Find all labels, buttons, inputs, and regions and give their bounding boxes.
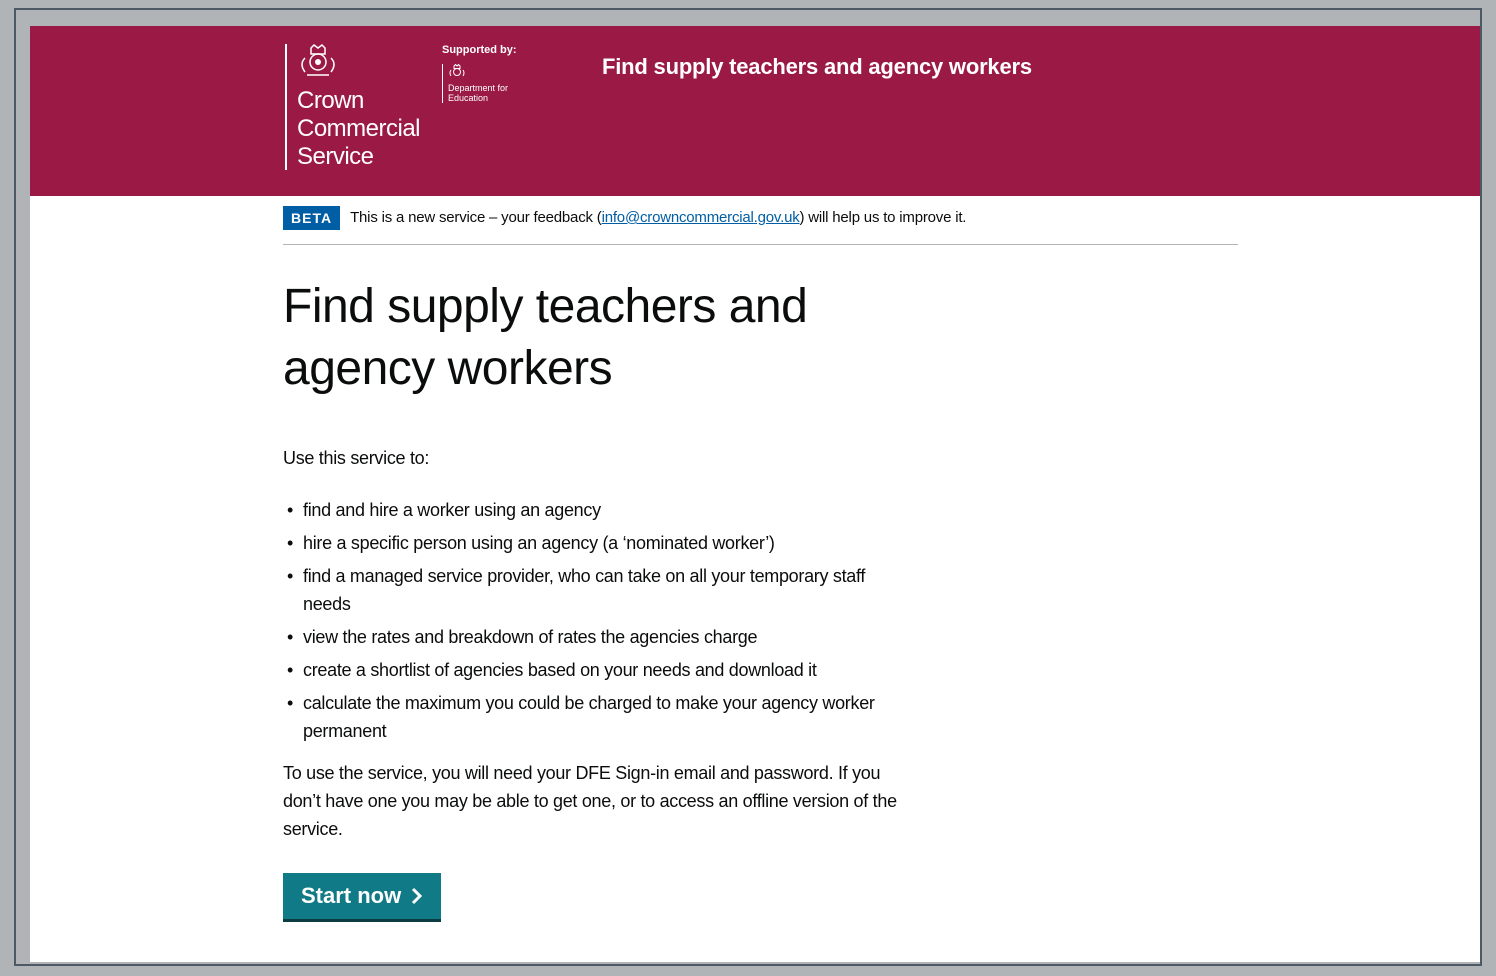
service-title-link[interactable]: Find supply teachers and agency workers [602,54,1032,80]
beta-text-after: ) will help us to improve it. [799,209,967,226]
site-header: Crown Commercial Service Supported by: D… [30,26,1480,196]
sign-in-info: To use the service, you will need your D… [283,763,897,839]
page: Crown Commercial Service Supported by: D… [30,26,1480,962]
beta-text-before: This is a new service – your feedback ( [350,209,602,226]
start-now-button[interactable]: Start now [283,873,442,919]
list-item: find a managed service provider, who can… [283,562,903,618]
supported-label: Supported by: [442,44,517,56]
dfe-logo[interactable]: Department for Education [442,63,528,103]
list-item: calculate the maximum you could be charg… [283,689,903,745]
supported-by: Supported by: Department for Education [442,44,562,103]
list-item: view the rates and breakdown of rates th… [283,623,903,651]
beta-text: This is a new service – your feedback (i… [350,206,966,230]
royal-crest-icon [301,44,335,76]
partner-name: Department for Education [448,83,509,103]
royal-crest-icon [449,63,465,77]
intro-text: Use this service to: [283,448,430,468]
chevron-right-icon [412,887,423,905]
org-name: Crown Commercial Service [297,87,421,170]
phase-banner: BETA This is a new service – your feedba… [283,206,1238,245]
ccs-logo[interactable]: Crown Commercial Service [285,44,437,170]
list-item: find and hire a worker using an agency [283,496,903,524]
service-uses-list: find and hire a worker using an agency h… [283,496,923,745]
page-title: Find supply teachers and agency workers [283,280,808,395]
list-item: create a shortlist of agencies based on … [283,656,903,684]
start-now-label: Start now [301,883,402,908]
list-item: hire a specific person using an agency (… [283,529,903,557]
feedback-email-link[interactable]: info@crowncommercial.gov.uk [602,209,800,226]
beta-tag: BETA [283,206,341,230]
main-content: Find supply teachers and agency workers … [283,276,923,919]
